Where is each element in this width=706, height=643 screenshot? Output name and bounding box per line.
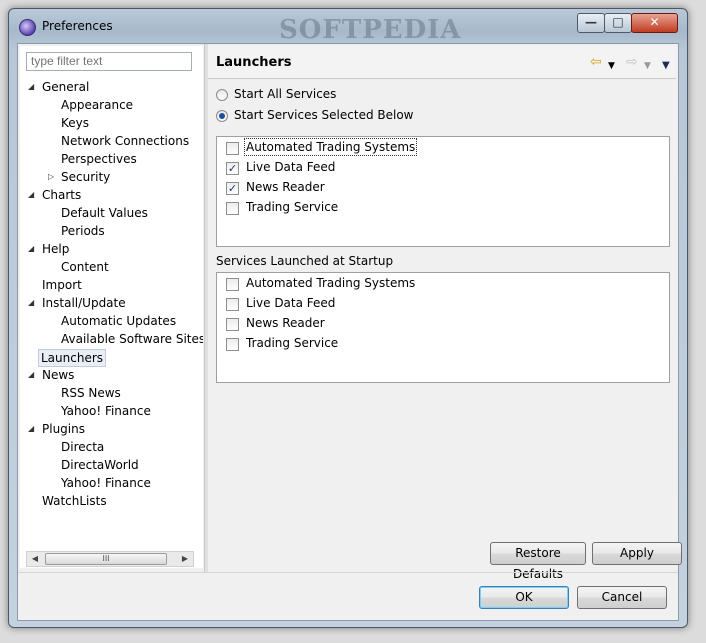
service-label-automated-trading-systems[interactable]: Automated Trading Systems xyxy=(243,138,418,156)
service-label-live-data-feed[interactable]: Live Data Feed xyxy=(246,160,335,174)
view-menu-icon[interactable]: ▼ xyxy=(662,58,670,74)
scroll-right-icon[interactable]: ▶ xyxy=(178,552,192,566)
maximize-button[interactable]: □ xyxy=(604,13,632,33)
tree-item-appearance[interactable]: Appearance xyxy=(61,96,133,114)
tree-item-directa[interactable]: Directa xyxy=(61,438,104,456)
checkbox-startup-news-reader[interactable] xyxy=(226,318,239,331)
forward-history-dropdown-icon[interactable]: ▼ xyxy=(644,58,651,74)
back-arrow-icon[interactable]: ⇦ xyxy=(590,54,602,70)
tree-item-yahoo-finance-news[interactable]: Yahoo! Finance xyxy=(61,402,151,420)
scrollbar-thumb[interactable]: III xyxy=(45,553,167,565)
checkbox-live-data-feed[interactable]: ✓ xyxy=(226,162,239,175)
tree-item-content[interactable]: Content xyxy=(61,258,109,276)
expand-icon[interactable]: ◢ xyxy=(28,420,34,438)
window-title: Preferences xyxy=(42,19,113,33)
checkbox-startup-trading-service[interactable] xyxy=(226,338,239,351)
back-history-dropdown-icon[interactable]: ▼ xyxy=(608,58,615,74)
preference-tree-pane: ◢ General Appearance Keys Network Connec… xyxy=(20,46,203,568)
footer-separator xyxy=(18,572,678,573)
preference-tree: ◢ General Appearance Keys Network Connec… xyxy=(20,77,203,549)
tree-item-plugins[interactable]: Plugins xyxy=(42,420,85,438)
startup-label-news-reader[interactable]: News Reader xyxy=(246,316,325,330)
title-bar[interactable]: Preferences SOFTPEDIA — □ ✕ xyxy=(9,9,687,45)
forward-arrow-icon[interactable]: ⇨ xyxy=(626,54,638,70)
ok-button[interactable]: OK xyxy=(479,586,569,609)
tree-item-rss-news[interactable]: RSS News xyxy=(61,384,121,402)
launchers-page: Launchers ⇦ ▼ ⇨ ▼ ▼ Start All Services S… xyxy=(208,46,682,581)
tree-item-available-software-sites[interactable]: Available Software Sites xyxy=(61,330,203,348)
tree-item-perspectives[interactable]: Perspectives xyxy=(61,150,137,168)
expand-icon[interactable]: ◢ xyxy=(28,186,34,204)
tree-item-news[interactable]: News xyxy=(42,366,74,384)
minimize-button[interactable]: — xyxy=(577,13,605,33)
checkbox-startup-automated-trading-systems[interactable] xyxy=(226,278,239,291)
tree-item-general[interactable]: General xyxy=(42,78,89,96)
app-icon xyxy=(19,19,36,36)
expand-icon[interactable]: ◢ xyxy=(28,240,34,258)
restore-defaults-button[interactable]: Restore Defaults xyxy=(490,542,586,581)
tree-item-yahoo-finance-plugins[interactable]: Yahoo! Finance xyxy=(61,474,151,492)
close-button[interactable]: ✕ xyxy=(631,13,678,33)
tree-item-automatic-updates[interactable]: Automatic Updates xyxy=(61,312,176,330)
tree-item-import[interactable]: Import xyxy=(42,276,82,294)
start-selected-services-radio[interactable] xyxy=(216,110,228,122)
selected-services-list: Automated Trading Systems ✓ Live Data Fe… xyxy=(216,136,670,247)
start-all-services-label[interactable]: Start All Services xyxy=(234,87,336,101)
checkbox-automated-trading-systems[interactable] xyxy=(226,142,239,155)
tree-item-security[interactable]: Security xyxy=(61,168,110,186)
apply-button[interactable]: Apply xyxy=(592,542,682,565)
startup-label-live-data-feed[interactable]: Live Data Feed xyxy=(246,296,335,310)
tree-item-charts[interactable]: Charts xyxy=(42,186,81,204)
page-header: Launchers ⇦ ▼ ⇨ ▼ ▼ xyxy=(208,46,676,79)
tree-item-install-update[interactable]: Install/Update xyxy=(42,294,126,312)
expand-icon[interactable]: ◢ xyxy=(28,294,34,312)
tree-item-periods[interactable]: Periods xyxy=(61,222,105,240)
tree-item-watchlists[interactable]: WatchLists xyxy=(42,492,107,510)
service-label-news-reader[interactable]: News Reader xyxy=(246,180,325,194)
scroll-left-icon[interactable]: ◀ xyxy=(28,552,42,566)
startup-services-list: Automated Trading Systems Live Data Feed… xyxy=(216,272,670,383)
service-label-trading-service[interactable]: Trading Service xyxy=(246,200,338,214)
tree-item-default-values[interactable]: Default Values xyxy=(61,204,148,222)
tree-item-keys[interactable]: Keys xyxy=(61,114,89,132)
start-selected-services-label[interactable]: Start Services Selected Below xyxy=(234,108,413,122)
tree-item-directaworld[interactable]: DirectaWorld xyxy=(61,456,139,474)
startup-section-label: Services Launched at Startup xyxy=(216,254,394,268)
tree-item-launchers[interactable]: Launchers xyxy=(38,349,107,367)
tree-item-network-connections[interactable]: Network Connections xyxy=(61,132,189,150)
startup-label-trading-service[interactable]: Trading Service xyxy=(246,336,338,350)
cancel-button[interactable]: Cancel xyxy=(577,586,667,609)
watermark-logo: SOFTPEDIA xyxy=(279,15,462,45)
tree-horizontal-scrollbar[interactable]: ◀ III ▶ xyxy=(26,551,194,567)
dialog-client-area: ◢ General Appearance Keys Network Connec… xyxy=(17,43,682,621)
preferences-window: Preferences SOFTPEDIA — □ ✕ ◢ General Ap… xyxy=(8,8,688,628)
startup-label-automated-trading-systems[interactable]: Automated Trading Systems xyxy=(246,276,415,290)
checkbox-startup-live-data-feed[interactable] xyxy=(226,298,239,311)
page-title: Launchers xyxy=(216,55,292,70)
start-all-services-radio[interactable] xyxy=(216,89,228,101)
collapse-icon[interactable]: ▷ xyxy=(48,168,54,186)
expand-icon[interactable]: ◢ xyxy=(28,366,34,384)
tree-item-help[interactable]: Help xyxy=(42,240,69,258)
checkbox-news-reader[interactable]: ✓ xyxy=(226,182,239,195)
checkbox-trading-service[interactable] xyxy=(226,202,239,215)
filter-input[interactable] xyxy=(26,52,192,71)
expand-icon[interactable]: ◢ xyxy=(28,78,34,96)
